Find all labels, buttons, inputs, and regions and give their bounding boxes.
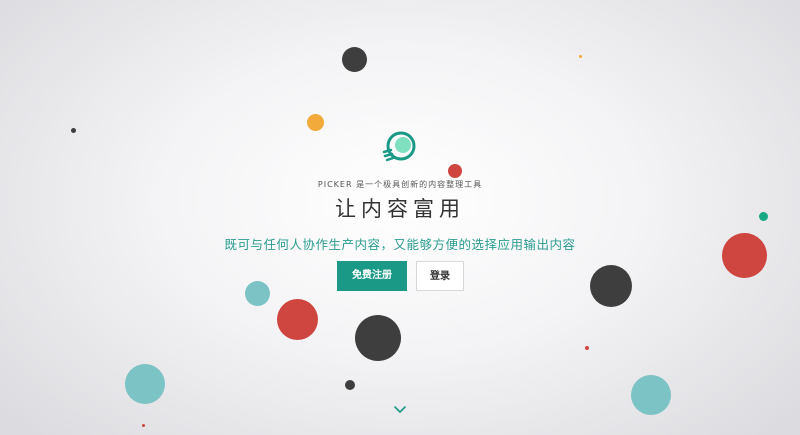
decor-circle — [125, 364, 165, 404]
decor-circle — [355, 315, 401, 361]
decor-circle — [579, 55, 582, 58]
brand-tagline: PICKER 是一个极具创新的内容整理工具 — [317, 180, 483, 189]
decor-circle — [590, 265, 632, 307]
page-title: 让内容富用 — [335, 197, 465, 221]
decor-circle — [585, 346, 589, 350]
chevron-down-icon[interactable] — [393, 404, 407, 414]
decor-circle — [342, 47, 367, 72]
decor-circle — [307, 114, 324, 131]
hero-section: PICKER 是一个极具创新的内容整理工具 让内容富用 既可与任何人协作生产内容… — [0, 0, 800, 435]
decor-circle — [142, 424, 145, 427]
decor-circle — [245, 281, 270, 306]
login-button[interactable]: 登录 — [416, 261, 464, 291]
decor-circle — [277, 299, 318, 340]
decor-circle — [631, 375, 671, 415]
lightbulb-icon — [382, 131, 416, 162]
hero-subheadline: 既可与任何人协作生产内容，又能够方便的选择应用输出内容 — [224, 237, 576, 252]
decor-circle — [448, 164, 462, 178]
register-button[interactable]: 免费注册 — [337, 261, 407, 291]
decor-circle — [345, 380, 355, 390]
decor-circle — [71, 128, 76, 133]
